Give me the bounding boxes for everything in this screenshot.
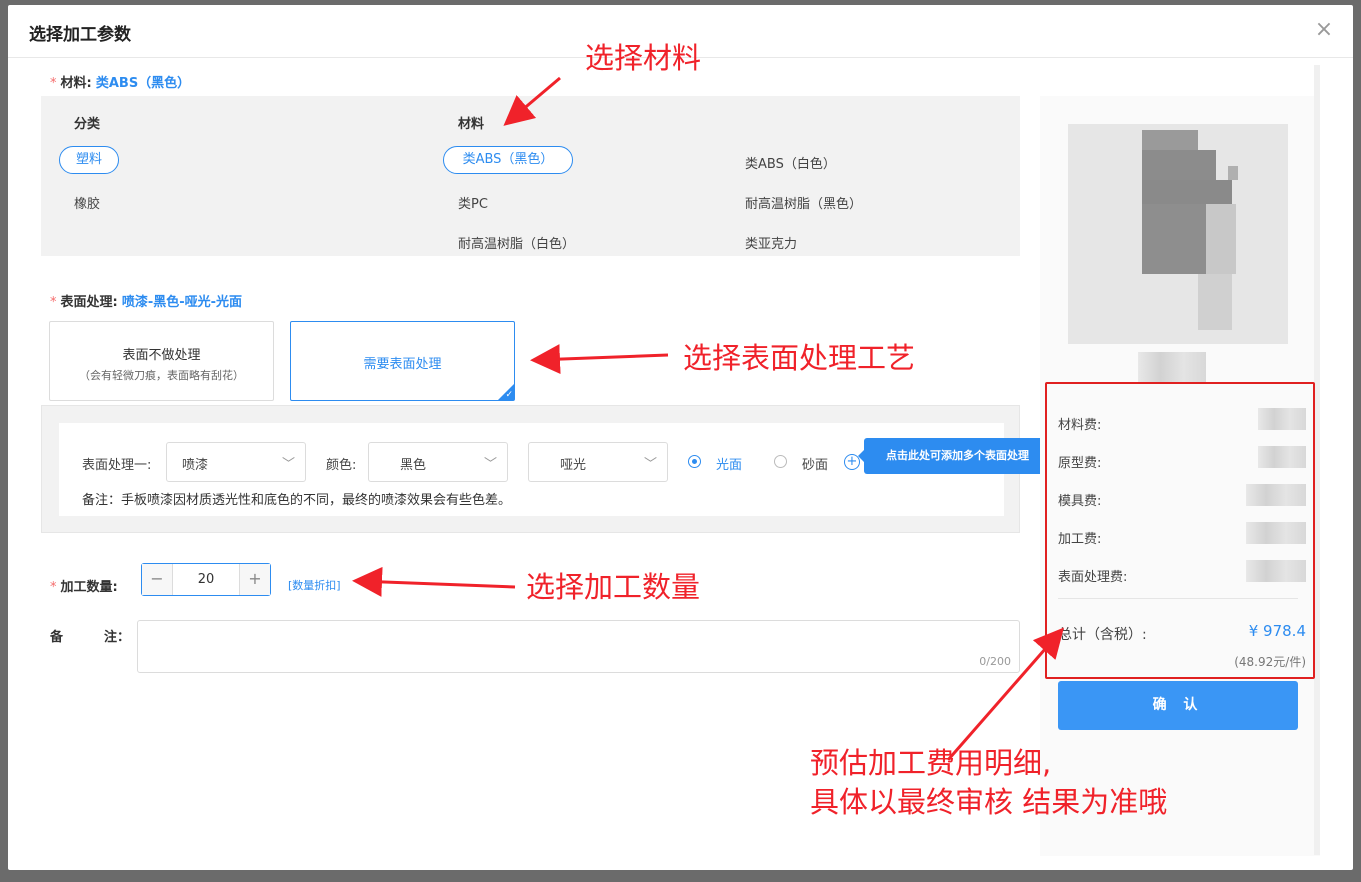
annotation-estimate-line1: 预估加工费用明细, xyxy=(810,746,1052,780)
arrow-to-quantity xyxy=(352,566,516,597)
annotation-select-quantity: 选择加工数量 xyxy=(526,570,701,604)
annotation-arrows xyxy=(352,76,1064,761)
arrow-to-material xyxy=(503,76,561,126)
annotation-estimate-line2: 具体以最终审核 结果为准哦 xyxy=(810,785,1168,819)
annotation-select-surface: 选择表面处理工艺 xyxy=(683,341,916,375)
arrow-to-surface xyxy=(530,344,669,375)
annotation-select-material: 选择材料 xyxy=(585,41,702,75)
arrow-to-costs xyxy=(946,627,1064,761)
